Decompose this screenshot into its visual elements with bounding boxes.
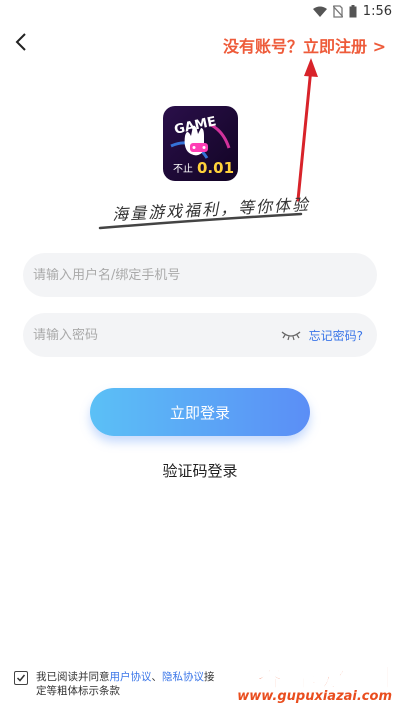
agreement-suffix: 接	[204, 671, 215, 683]
logo-caption-prefix: 不止	[173, 163, 193, 175]
eye-closed-icon[interactable]	[281, 329, 301, 341]
slogan-block: 海量游戏福利，等你体验	[98, 194, 310, 234]
password-field[interactable]: 忘记密码?	[23, 313, 377, 357]
back-button[interactable]	[10, 30, 34, 54]
chevron-left-icon	[15, 33, 26, 51]
battery-icon	[349, 5, 357, 18]
watermark: 谷普软件园 www.gupuxiazai.com	[220, 658, 396, 706]
check-icon	[16, 674, 26, 682]
no-sim-icon	[332, 5, 343, 18]
code-login-link[interactable]: 验证码登录	[0, 460, 400, 481]
username-field[interactable]	[23, 253, 377, 297]
password-input[interactable]	[33, 327, 281, 343]
watermark-url: www.gupuxiazai.com	[237, 689, 392, 704]
register-link[interactable]: 没有账号？立即注册 >	[223, 33, 386, 57]
privacy-agreement-link[interactable]: 隐私协议	[162, 671, 204, 683]
agreement-row: 我已阅读并同意用户协议、隐私协议接 定等粗体标示条款	[14, 670, 254, 698]
slogan-underline	[98, 212, 303, 230]
forgot-password-link[interactable]: 忘记密码?	[309, 327, 363, 344]
logo-caption-number: 0.01	[197, 159, 234, 177]
status-time: 1:56	[362, 4, 392, 19]
app-logo: GAME 不止 0.01	[163, 106, 238, 181]
agreement-text: 我已阅读并同意用户协议、隐私协议接 定等粗体标示条款	[36, 670, 215, 698]
status-icons: 1:56	[312, 4, 392, 19]
wifi-icon	[312, 6, 327, 17]
status-bar: 1:56	[0, 0, 400, 24]
agreement-line2: 定等粗体标示条款	[36, 685, 120, 697]
username-input[interactable]	[33, 267, 363, 283]
agreement-checkbox[interactable]	[14, 671, 28, 685]
user-agreement-link[interactable]: 用户协议	[110, 671, 152, 683]
login-button[interactable]: 立即登录	[90, 388, 310, 436]
agreement-separator: 、	[151, 671, 163, 683]
agreement-prefix: 我已阅读并同意	[36, 671, 110, 683]
